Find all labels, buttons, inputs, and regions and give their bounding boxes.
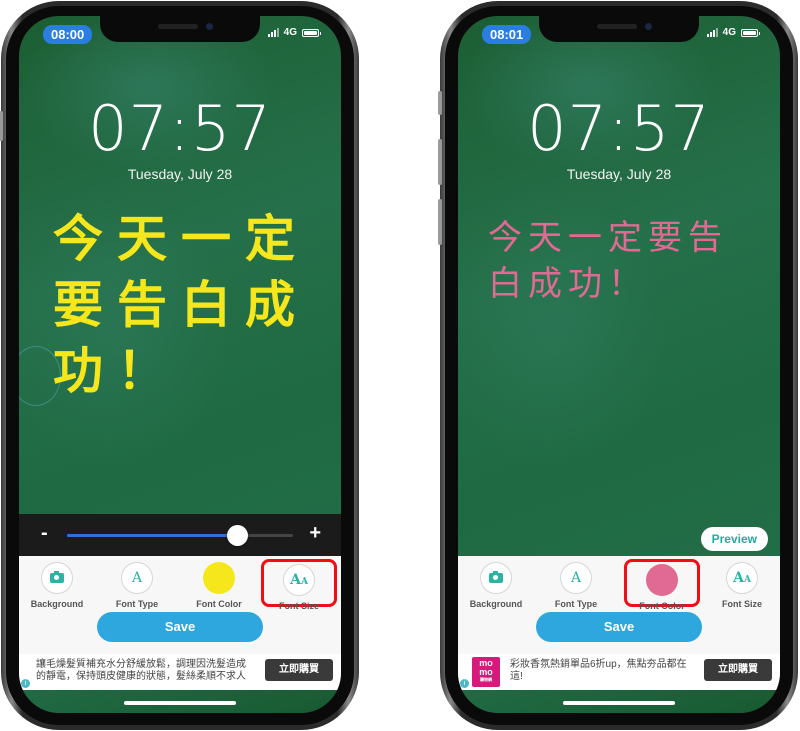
- network-type: 4G: [722, 27, 736, 38]
- font-color-swatch: [646, 564, 678, 596]
- ad-buy-button[interactable]: 立即購買: [704, 659, 772, 681]
- message-text[interactable]: 今天一定要告白成功！: [53, 206, 313, 404]
- font-size-tool[interactable]: AA Font Size: [261, 559, 337, 611]
- phone-screen: 08:01 4G 07:57 Tuesday, July 28 今天一定要告白成…: [458, 16, 780, 713]
- ad-banner[interactable]: mo mo 購物網 彩妝香氛熱銷單品6折up，焦點夯品都在這! 立即購買 i: [458, 654, 780, 690]
- background-tool[interactable]: Background: [19, 562, 95, 609]
- font-color-tool[interactable]: Font Color: [624, 559, 700, 611]
- mute-switch: [438, 91, 442, 115]
- message-text[interactable]: 今天一定要告白成功！: [488, 215, 758, 307]
- font-size-slider-bar: - +: [19, 514, 341, 556]
- front-camera: [206, 23, 213, 30]
- lockscreen-time: 07:57: [527, 92, 711, 165]
- lockscreen-date: Tuesday, July 28: [127, 166, 233, 182]
- font-type-tool-label: Font Type: [115, 599, 159, 609]
- ad-text: 讓毛燥髮質補充水分舒緩放鬆，調理因洗髮造成的靜電，保持頭皮健康的狀態，髮絲柔順不…: [36, 659, 246, 682]
- volume-down-button: [438, 199, 442, 245]
- phone-right: 08:01 4G 07:57 Tuesday, July 28 今天一定要告白成…: [438, 1, 798, 730]
- increase-size-button[interactable]: +: [309, 522, 321, 545]
- font-type-tool-label: Font Type: [554, 599, 598, 609]
- mute-switch: [0, 111, 3, 141]
- speaker: [158, 24, 198, 29]
- momo-logo-caption: 購物網: [480, 677, 492, 682]
- font-size-tool-label: Font Size: [279, 601, 319, 611]
- ad-info-icon[interactable]: i: [21, 679, 30, 688]
- font-size-slider[interactable]: [67, 525, 293, 546]
- speaker: [597, 24, 637, 29]
- font-color-swatch: [203, 562, 235, 594]
- slider-thumb[interactable]: [226, 525, 248, 546]
- font-type-tool[interactable]: A Font Type: [99, 562, 175, 609]
- signal-icon: [267, 28, 279, 37]
- phone-left: 08:00 4G 07:57 Tuesday, July 28 今天一定要告白成…: [0, 1, 359, 730]
- ad-banner[interactable]: 讓毛燥髮質補充水分舒緩放鬆，調理因洗髮造成的靜電，保持頭皮健康的狀態，髮絲柔順不…: [19, 654, 341, 690]
- status-time: 08:00: [43, 25, 93, 44]
- status-indicators: 4G: [706, 27, 760, 38]
- font-type-tool[interactable]: A Font Type: [538, 562, 614, 609]
- save-button[interactable]: Save: [97, 612, 263, 642]
- font-type-icon: A: [121, 562, 153, 594]
- font-size-icon: AA: [726, 562, 758, 594]
- font-size-tool[interactable]: AA Font Size: [704, 562, 780, 609]
- lockscreen-date: Tuesday, July 28: [566, 166, 672, 182]
- signal-icon: [706, 28, 718, 37]
- font-size-tool-label: Font Size: [722, 599, 762, 609]
- phone-frame: 08:01 4G 07:57 Tuesday, July 28 今天一定要告白成…: [445, 6, 793, 725]
- home-indicator[interactable]: [124, 701, 236, 705]
- font-color-tool[interactable]: Font Color: [181, 562, 257, 609]
- front-camera: [645, 23, 652, 30]
- font-type-icon: A: [560, 562, 592, 594]
- network-type: 4G: [283, 27, 297, 38]
- lockscreen-time: 07:57: [88, 92, 272, 165]
- preview-button[interactable]: Preview: [700, 527, 768, 551]
- ad-info-icon[interactable]: i: [460, 679, 469, 688]
- battery-icon: [741, 28, 760, 37]
- background-tool[interactable]: Background: [458, 562, 534, 609]
- volume-up-button: [438, 139, 442, 185]
- status-indicators: 4G: [267, 27, 321, 38]
- ad-text: 彩妝香氛熱銷單品6折up，焦點夯品都在這!: [510, 659, 687, 682]
- font-color-tool-label: Font Color: [196, 599, 242, 609]
- font-color-tool-label: Font Color: [639, 601, 685, 611]
- notch: [539, 16, 699, 42]
- momo-logo-bottom: mo: [479, 667, 493, 677]
- phone-frame: 08:00 4G 07:57 Tuesday, July 28 今天一定要告白成…: [6, 6, 354, 725]
- home-indicator[interactable]: [563, 701, 675, 705]
- camera-icon: [480, 562, 512, 594]
- phone-screen: 08:00 4G 07:57 Tuesday, July 28 今天一定要告白成…: [19, 16, 341, 713]
- status-time: 08:01: [482, 25, 532, 44]
- camera-icon: [41, 562, 73, 594]
- font-size-icon: AA: [283, 564, 315, 596]
- momo-logo: mo mo 購物網: [472, 657, 500, 687]
- battery-icon: [302, 28, 321, 37]
- slider-fill: [67, 534, 237, 537]
- background-tool-label: Background: [469, 599, 523, 609]
- notch: [100, 16, 260, 42]
- ad-buy-button[interactable]: 立即購買: [265, 659, 333, 681]
- background-tool-label: Background: [30, 599, 84, 609]
- decrease-size-button[interactable]: -: [41, 522, 48, 545]
- save-button[interactable]: Save: [536, 612, 702, 642]
